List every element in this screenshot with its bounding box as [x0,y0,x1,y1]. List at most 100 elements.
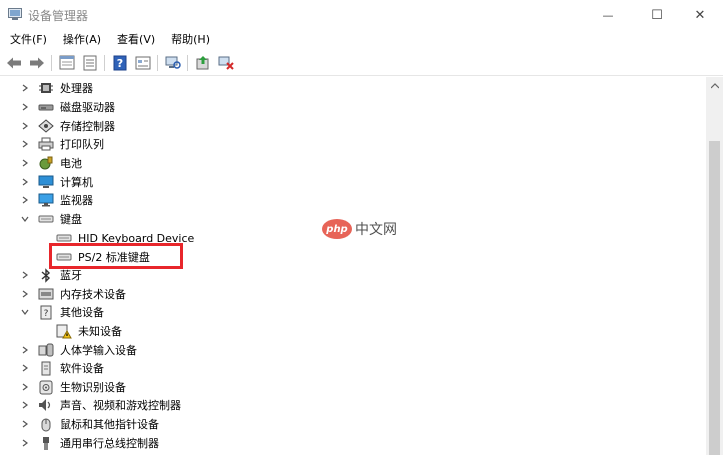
memory-device-icon [38,287,54,301]
tree-item-label: 计算机 [60,176,93,189]
tree-item-keyboards[interactable]: 键盘 [20,210,82,228]
tree-item-label: 打印队列 [60,138,104,151]
close-button[interactable]: ✕ [677,0,723,30]
mouse-icon [38,417,54,431]
toolbar-separator [157,54,158,71]
chevron-right-icon[interactable] [20,83,30,93]
tree-item-unknown-device[interactable]: 未知设备 [56,322,122,340]
tree-item-print-queues[interactable]: 打印队列 [20,135,104,153]
uninstall-device-button[interactable] [216,53,235,72]
chevron-down-icon[interactable] [20,307,30,317]
menu-bar: 文件(F) 操作(A) 查看(V) 帮助(H) [0,30,723,50]
chevron-right-icon[interactable] [20,382,30,392]
tree-item-label: 生物识别设备 [60,381,126,394]
tree-item-mice-pointing-devices[interactable]: 鼠标和其他指针设备 [20,415,159,433]
uninstall-device-icon [218,56,234,70]
tree-item-label: 软件设备 [60,362,104,375]
tree-item-label: 鼠标和其他指针设备 [60,418,159,431]
chevron-right-icon[interactable] [20,102,30,112]
chevron-right-icon[interactable] [20,363,30,373]
toolbar-separator [104,54,105,71]
watermark: php 中文网 [322,217,397,241]
vertical-scrollbar[interactable] [706,77,723,455]
tree-item-memory-technology-devices[interactable]: 内存技术设备 [20,285,126,303]
minimize-button[interactable]: — [585,0,631,30]
svg-text:?: ? [44,309,49,319]
unknown-device-warning-icon [56,324,72,338]
chevron-right-icon[interactable] [20,270,30,280]
tree-item-sound-video-game-controllers[interactable]: 声音、视频和游戏控制器 [20,396,181,414]
tree-item-label: 通用串行总线控制器 [60,437,159,450]
forward-button[interactable] [27,53,46,72]
storage-controller-icon [38,119,54,133]
tree-item-batteries[interactable]: 电池 [20,154,82,172]
tree-item-label: 蓝牙 [60,269,82,282]
toolbar-separator [51,54,52,71]
toolbar-separator [187,54,188,71]
scan-hardware-button[interactable] [163,53,182,72]
tree-item-software-devices[interactable]: 软件设备 [20,359,104,377]
title-bar: 设备管理器 — ☐ ✕ [0,0,723,30]
watermark-logo: php [322,219,352,239]
chevron-right-icon[interactable] [20,139,30,149]
tree-item-label: 磁盘驱动器 [60,101,115,114]
chevron-right-icon[interactable] [20,158,30,168]
tree-item-label: 声音、视频和游戏控制器 [60,399,181,412]
tree-item-label: 人体学输入设备 [60,344,137,357]
tree-item-label: 未知设备 [78,325,122,338]
maximize-icon: ☐ [651,7,663,23]
tree-item-usb-controllers[interactable]: 通用串行总线控制器 [20,434,159,452]
tree-item-label: 内存技术设备 [60,288,126,301]
processor-icon [38,81,54,95]
chevron-right-icon[interactable] [20,177,30,187]
tree-item-computer[interactable]: 计算机 [20,173,93,191]
watermark-text: 中文网 [355,222,397,238]
scroll-up-button[interactable] [706,77,723,94]
chevron-right-icon[interactable] [20,121,30,131]
menu-action[interactable]: 操作(A) [55,30,109,50]
chevron-down-icon[interactable] [20,214,30,224]
software-device-icon [38,361,54,375]
highlight-box [49,243,183,269]
scan-hardware-icon [165,56,181,69]
chevron-right-icon[interactable] [20,438,30,448]
help-button[interactable]: ? [110,53,129,72]
tree-item-other-devices[interactable]: ? 其他设备 [20,303,104,321]
tree-item-disk-drives[interactable]: 磁盘驱动器 [20,98,115,116]
usb-icon [38,436,54,450]
battery-icon [38,156,54,170]
back-button[interactable] [4,53,23,72]
tree-item-label: 键盘 [60,213,82,226]
biometric-device-icon [38,380,54,394]
tree-item-label: 其他设备 [60,306,104,319]
chevron-right-icon[interactable] [20,419,30,429]
tree-item-label: 处理器 [60,82,93,95]
chevron-right-icon[interactable] [20,345,30,355]
chevron-right-icon[interactable] [20,195,30,205]
computer-icon [38,175,54,189]
maximize-button[interactable]: ☐ [634,0,680,30]
menu-help[interactable]: 帮助(H) [163,30,218,50]
list-button[interactable] [80,53,99,72]
tree-item-storage-controllers[interactable]: 存储控制器 [20,117,115,135]
menu-file[interactable]: 文件(F) [2,30,55,50]
sound-icon [38,398,54,412]
tree-item-label: 电池 [60,157,82,170]
tree-item-processor[interactable]: 处理器 [20,79,93,97]
chevron-right-icon[interactable] [20,400,30,410]
chevron-right-icon[interactable] [20,289,30,299]
other-devices-icon: ? [38,305,54,319]
printer-icon [38,137,54,151]
tree-item-human-interface-devices[interactable]: 人体学输入设备 [20,341,137,359]
tree-item-monitors[interactable]: 监视器 [20,191,93,209]
device-manager-app-icon [8,8,22,21]
update-driver-button[interactable] [193,53,212,72]
properties-button[interactable] [57,53,76,72]
scroll-thumb[interactable] [709,141,720,455]
hid-device-icon [38,343,54,357]
menu-view[interactable]: 查看(V) [109,30,163,50]
view-button[interactable] [133,53,152,72]
disk-drive-icon [38,100,54,114]
toolbar: ? [0,50,723,76]
tree-item-biometric-devices[interactable]: 生物识别设备 [20,378,126,396]
